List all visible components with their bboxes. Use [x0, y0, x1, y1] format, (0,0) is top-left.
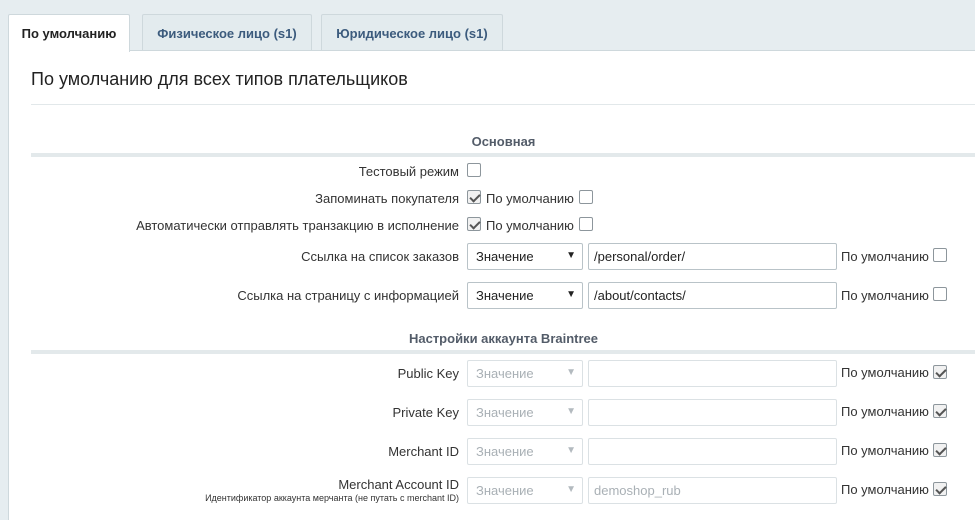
field-label: Запоминать покупателя — [315, 191, 459, 206]
tab-label: По умолчанию — [21, 26, 117, 41]
section-title-main: Основная — [471, 134, 536, 149]
input-value: /about/contacts/ — [594, 288, 686, 303]
default-label: По умолчанию — [841, 365, 929, 380]
auto-submit-default-checkbox[interactable] — [579, 217, 593, 231]
field-label: Ссылка на список заказов — [301, 249, 459, 264]
row-private-key: Private Key Значение ▼ По умолчанию — [31, 398, 975, 430]
chevron-down-icon: ▼ — [566, 367, 576, 378]
row-orders-link: Ссылка на список заказов Значение ▼ /per… — [31, 242, 975, 274]
row-info-link: Ссылка на страницу с информацией Значени… — [31, 281, 975, 313]
remember-buyer-default-checkbox[interactable] — [579, 190, 593, 204]
field-label: Private Key — [392, 405, 459, 420]
row-merchant-id: Merchant ID Значение ▼ По умолчанию — [31, 437, 975, 469]
default-label: По умолчанию — [841, 288, 929, 303]
section-divider — [31, 350, 975, 354]
orders-link-default-checkbox[interactable] — [933, 248, 947, 262]
field-label: Ссылка на страницу с информацией — [237, 288, 459, 303]
tab-label: Юридическое лицо (s1) — [336, 25, 488, 41]
private-key-default-checkbox[interactable] — [933, 404, 947, 418]
select-value: Значение — [476, 366, 534, 381]
top-strip — [0, 0, 975, 5]
page-title: По умолчанию для всех типов плательщиков — [31, 69, 408, 89]
field-hint: Идентификатор аккаунта мерчанта (не пута… — [205, 493, 459, 503]
row-public-key: Public Key Значение ▼ По умолчанию — [31, 359, 975, 391]
field-label: Merchant ID — [388, 444, 459, 459]
chevron-down-icon: ▼ — [566, 406, 576, 417]
merchant-id-default-checkbox[interactable] — [933, 443, 947, 457]
field-label: Автоматически отправлять транзакцию в ис… — [136, 218, 459, 233]
chevron-down-icon: ▼ — [566, 289, 576, 300]
merchant-account-id-input[interactable]: demoshop_rub — [588, 477, 837, 504]
field-label: Merchant Account ID — [338, 477, 459, 492]
select-value: Значение — [476, 405, 534, 420]
merchant-id-type-select[interactable]: Значение ▼ — [467, 438, 583, 465]
info-link-type-select[interactable]: Значение ▼ — [467, 282, 583, 309]
chevron-down-icon: ▼ — [566, 250, 576, 261]
orders-link-input[interactable]: /personal/order/ — [588, 243, 837, 270]
select-value: Значение — [476, 444, 534, 459]
info-link-input[interactable]: /about/contacts/ — [588, 282, 837, 309]
remember-buyer-checkbox[interactable] — [467, 190, 481, 204]
input-value: demoshop_rub — [594, 483, 681, 498]
title-separator — [31, 104, 975, 105]
merchant-id-input[interactable] — [588, 438, 837, 465]
select-value: Значение — [476, 483, 534, 498]
default-label: По умолчанию — [841, 443, 929, 458]
merchant-account-id-type-select[interactable]: Значение ▼ — [467, 477, 583, 504]
default-label: По умолчанию — [841, 249, 929, 264]
field-label: Public Key — [397, 366, 459, 381]
chevron-down-icon: ▼ — [566, 445, 576, 456]
default-label: По умолчанию — [841, 404, 929, 419]
settings-panel: По умолчанию для всех типов плательщиков… — [8, 50, 975, 520]
default-label: По умолчанию — [841, 482, 929, 497]
merchant-account-id-default-checkbox[interactable] — [933, 482, 947, 496]
test-mode-checkbox[interactable] — [467, 163, 481, 177]
tab-label: Физическое лицо (s1) — [157, 25, 297, 41]
public-key-type-select[interactable]: Значение ▼ — [467, 360, 583, 387]
info-link-default-checkbox[interactable] — [933, 287, 947, 301]
tab-default[interactable]: По умолчанию — [8, 14, 130, 52]
chevron-down-icon: ▼ — [566, 484, 576, 495]
auto-submit-checkbox[interactable] — [467, 217, 481, 231]
tab-legal-entity[interactable]: Юридическое лицо (s1) — [321, 14, 503, 51]
default-label: По умолчанию — [486, 191, 574, 206]
public-key-default-checkbox[interactable] — [933, 365, 947, 379]
section-title-braintree: Настройки аккаунта Braintree — [408, 331, 599, 346]
private-key-input[interactable] — [588, 399, 837, 426]
select-value: Значение — [476, 288, 534, 303]
default-label: По умолчанию — [486, 218, 574, 233]
select-value: Значение — [476, 249, 534, 264]
row-auto-submit: Автоматически отправлять транзакцию в ис… — [31, 211, 975, 243]
field-label: Тестовый режим — [358, 164, 459, 179]
tab-individual[interactable]: Физическое лицо (s1) — [142, 14, 312, 51]
private-key-type-select[interactable]: Значение ▼ — [467, 399, 583, 426]
row-merchant-account-id: Merchant Account ID Идентификатор аккаун… — [31, 476, 975, 516]
orders-link-type-select[interactable]: Значение ▼ — [467, 243, 583, 270]
input-value: /personal/order/ — [594, 249, 686, 264]
public-key-input[interactable] — [588, 360, 837, 387]
